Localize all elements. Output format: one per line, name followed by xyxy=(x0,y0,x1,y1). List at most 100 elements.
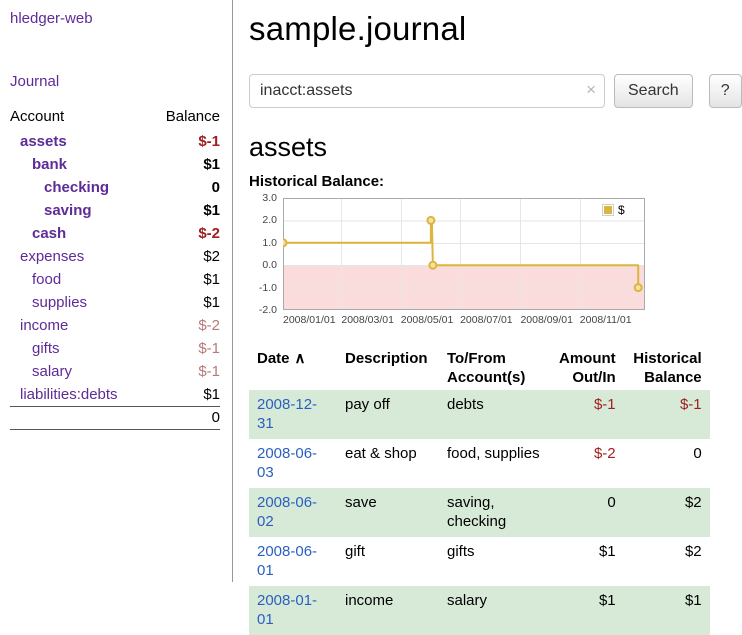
account-balance: $-2 xyxy=(150,222,220,245)
account-link-liabilities-debts[interactable]: liabilities:debts xyxy=(10,386,118,403)
journal-link[interactable]: Journal xyxy=(10,73,220,90)
register-row: 2008-12-31pay offdebts$-1$-1 xyxy=(249,390,710,439)
account-balance: $2 xyxy=(150,245,220,268)
register-description: gift xyxy=(337,537,439,586)
register-accounts: debts xyxy=(439,390,551,439)
register-date-link[interactable]: 2008-01-01 xyxy=(257,592,317,629)
account-row: salary $-1 xyxy=(10,360,220,383)
register-row: 2008-06-02 savesaving, checking0$2 xyxy=(249,488,710,537)
y-axis-tick-label: 2.0 xyxy=(249,214,277,226)
historical-balance-chart: $ 3.02.01.00.0-1.0-2.02008/01/012008/03/… xyxy=(249,198,669,334)
account-balance: $1 xyxy=(150,153,220,176)
chart-plot-area xyxy=(283,198,645,310)
register-description: income xyxy=(337,586,439,635)
register-accounts: food, supplies xyxy=(439,439,551,488)
data-point-marker xyxy=(427,217,434,224)
register-date-link[interactable]: 2008-06-02 xyxy=(257,494,317,531)
register-description: pay off xyxy=(337,390,439,439)
register-row: 2008-01-01incomesalary$1$1 xyxy=(249,586,710,635)
register-amount: $-2 xyxy=(551,439,624,488)
account-link-assets[interactable]: assets xyxy=(10,133,67,150)
register-header-date[interactable]: Date ∧ xyxy=(249,348,337,390)
account-row: saving $1 xyxy=(10,199,220,222)
clear-search-icon[interactable]: × xyxy=(586,80,596,100)
register-date-link[interactable]: 2008-06-01 xyxy=(257,543,317,580)
accounts-header-balance: Balance xyxy=(150,106,220,130)
account-link-bank[interactable]: bank xyxy=(10,156,67,173)
account-link-cash[interactable]: cash xyxy=(10,225,66,242)
x-axis-tick-label: 2008/11/01 xyxy=(580,314,638,326)
accounts-header-row: Account Balance xyxy=(10,106,220,130)
account-balance: $1 xyxy=(150,291,220,314)
account-row: liabilities:debts $1 xyxy=(10,383,220,407)
register-accounts: saving, checking xyxy=(439,488,551,537)
register-header-amount: Amount Out/In xyxy=(551,348,624,390)
account-row: checking 0 xyxy=(10,176,220,199)
hledger-web-app: hledger-web Journal Account Balance asse… xyxy=(0,0,742,582)
search-button[interactable]: Search xyxy=(614,74,693,108)
x-axis-tick-label: 2008/01/01 xyxy=(283,314,341,326)
accounts-total-value: 0 xyxy=(150,407,220,430)
account-row: food $1 xyxy=(10,268,220,291)
register-header-balance: Historical Balance xyxy=(624,348,710,390)
account-row: supplies $1 xyxy=(10,291,220,314)
register-balance: $2 xyxy=(624,537,710,586)
legend-swatch-icon xyxy=(602,204,614,216)
main-content: sample.journal × Search ? assets Histori… xyxy=(233,0,742,582)
help-button[interactable]: ? xyxy=(709,74,742,108)
x-axis-tick-label: 2008/03/01 xyxy=(341,314,399,326)
chart-title: Historical Balance: xyxy=(249,173,742,190)
data-point-marker xyxy=(635,284,642,291)
register-balance: $2 xyxy=(624,488,710,537)
account-heading: assets xyxy=(249,132,742,163)
register-date-link[interactable]: 2008-06-03 xyxy=(257,445,317,482)
accounts-total-row: 0 xyxy=(10,407,220,430)
account-balance: 0 xyxy=(150,176,220,199)
account-row: assets $-1 xyxy=(10,130,220,153)
account-row: expenses $2 xyxy=(10,245,220,268)
account-balance: $1 xyxy=(150,383,220,407)
register-table: Date∧ Description To/From Account(s) Amo… xyxy=(249,348,710,635)
account-balance: $-1 xyxy=(150,360,220,383)
account-link-income[interactable]: income xyxy=(10,317,68,334)
search-box: × xyxy=(249,74,605,108)
account-balance: $-2 xyxy=(150,314,220,337)
register-description: eat & shop xyxy=(337,439,439,488)
legend-label: $ xyxy=(618,203,625,217)
x-axis-tick-label: 2008/05/01 xyxy=(401,314,459,326)
account-balance: $1 xyxy=(150,199,220,222)
x-axis-tick-label: 2008/07/01 xyxy=(460,314,518,326)
sort-ascending-icon: ∧ xyxy=(295,350,306,367)
register-row: 2008-06-03 eat & shopfood, supplies$-20 xyxy=(249,439,710,488)
account-row: bank $1 xyxy=(10,153,220,176)
account-balance: $-1 xyxy=(150,337,220,360)
account-link-saving[interactable]: saving xyxy=(10,202,92,219)
account-link-checking[interactable]: checking xyxy=(10,179,109,196)
account-link-supplies[interactable]: supplies xyxy=(10,294,87,311)
y-axis-tick-label: 0.0 xyxy=(249,259,277,271)
register-amount: $-1 xyxy=(551,390,624,439)
register-date-link[interactable]: 2008-12-31 xyxy=(257,396,317,433)
chart-legend: $ xyxy=(599,202,628,218)
account-balance: $-1 xyxy=(150,130,220,153)
register-balance: 0 xyxy=(624,439,710,488)
app-title-link[interactable]: hledger-web xyxy=(10,10,220,27)
account-link-gifts[interactable]: gifts xyxy=(10,340,60,357)
account-balance: $1 xyxy=(150,268,220,291)
register-amount: $1 xyxy=(551,586,624,635)
x-axis-tick-label: 2008/09/01 xyxy=(520,314,578,326)
accounts-table: Account Balance assets $-1 bank $1 checking 0… xyxy=(10,106,220,430)
search-bar: × Search ? xyxy=(249,74,742,108)
account-link-expenses[interactable]: expenses xyxy=(10,248,84,265)
y-axis-tick-label: -2.0 xyxy=(249,304,277,316)
register-header-row: Date∧ Description To/From Account(s) Amo… xyxy=(249,348,710,390)
register-amount: $1 xyxy=(551,537,624,586)
account-link-food[interactable]: food xyxy=(10,271,61,288)
account-row: cash $-2 xyxy=(10,222,220,245)
page-title: sample.journal xyxy=(249,10,742,48)
register-description: save xyxy=(337,488,439,537)
register-amount: 0 xyxy=(551,488,624,537)
search-input[interactable] xyxy=(249,74,605,108)
date-header-label: Date xyxy=(257,350,290,367)
account-link-salary[interactable]: salary xyxy=(10,363,72,380)
